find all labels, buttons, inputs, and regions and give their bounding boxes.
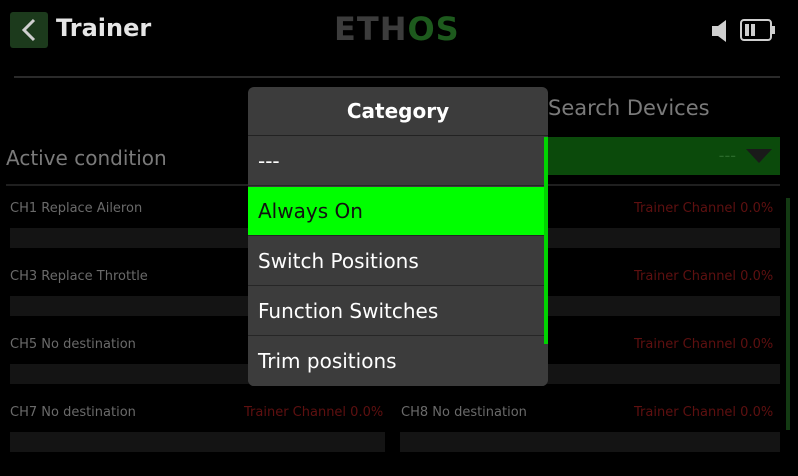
search-devices-button[interactable]: Search Devices xyxy=(548,96,710,120)
channel-value: Trainer Channel 0.0% xyxy=(634,201,774,216)
dialog-title: Category xyxy=(248,87,548,136)
channel-label: CH3 Replace Throttle xyxy=(10,269,148,284)
channel-label: CH5 No destination xyxy=(10,337,136,352)
header-divider xyxy=(14,76,780,78)
page-title: Trainer xyxy=(56,14,152,42)
active-condition-label: Active condition xyxy=(6,146,167,170)
chevron-down-icon xyxy=(746,149,772,163)
channel-label: CH7 No destination xyxy=(10,405,136,420)
chevron-left-icon xyxy=(21,18,36,42)
channel-value: Trainer Channel 0.0% xyxy=(634,405,774,420)
page-scrollbar[interactable] xyxy=(786,198,790,430)
ethos-logo: ETHOS xyxy=(334,10,460,48)
channel-bar[interactable] xyxy=(10,432,385,452)
category-option-function-switches[interactable]: Function Switches xyxy=(248,287,544,336)
channel-value: Trainer Channel 0.0% xyxy=(634,337,774,352)
dropdown-value: --- xyxy=(718,146,736,165)
channel-value: Trainer Channel 0.0% xyxy=(634,269,774,284)
active-condition-dropdown[interactable]: --- xyxy=(548,137,780,175)
dialog-scrollbar[interactable] xyxy=(544,137,548,344)
speaker-icon[interactable] xyxy=(710,18,734,44)
category-option-always-on[interactable]: Always On xyxy=(248,187,544,236)
category-option-trim-positions[interactable]: Trim positions xyxy=(248,337,544,386)
category-dialog: Category --- Always On Switch Positions … xyxy=(248,87,548,386)
channel-bar[interactable] xyxy=(400,432,780,452)
channel-label: CH1 Replace Aileron xyxy=(10,201,143,216)
category-option-none[interactable]: --- xyxy=(248,137,544,186)
channel-label: CH8 No destination xyxy=(401,405,527,420)
back-button[interactable] xyxy=(10,12,48,48)
channel-value: Trainer Channel 0.0% xyxy=(244,405,384,420)
category-option-switch-positions[interactable]: Switch Positions xyxy=(248,237,544,286)
battery-icon xyxy=(740,19,775,41)
